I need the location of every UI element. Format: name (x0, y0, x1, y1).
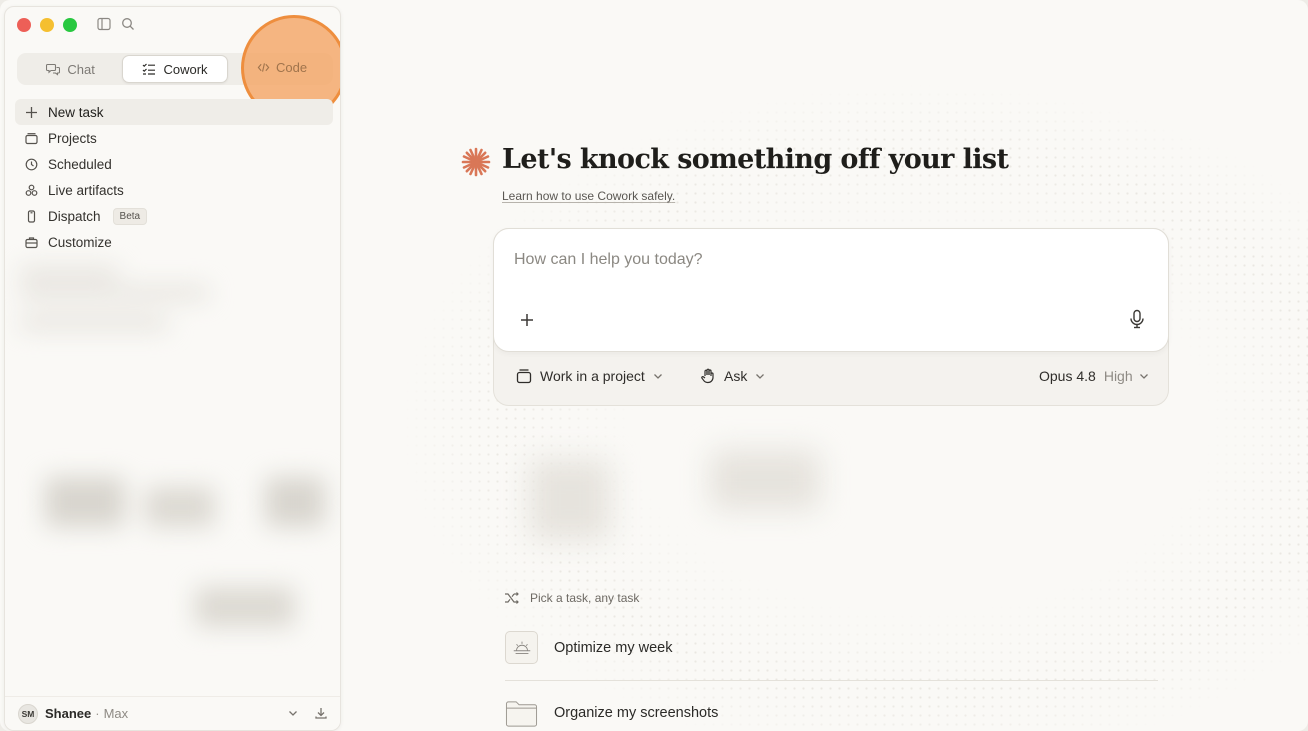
suggestion-label: Organize my screenshots (554, 704, 719, 721)
sunrise-icon (505, 631, 538, 664)
prompt-input[interactable]: How can I help you today? (514, 251, 703, 269)
work-in-project-button[interactable]: Work in a project (516, 368, 663, 384)
briefcase-icon (25, 236, 38, 248)
composer-toolbar: Work in a project Ask Opus 4.8 High (494, 366, 1170, 390)
download-icon[interactable] (314, 706, 328, 720)
sidebar-item-new-task[interactable]: New task (15, 99, 333, 125)
sidebar-item-label: Projects (48, 130, 97, 146)
tab-chat[interactable]: Chat (19, 55, 122, 83)
ask-mode-button[interactable]: Ask (700, 368, 765, 384)
checklist-icon (143, 63, 156, 75)
tab-cowork-label: Cowork (163, 61, 208, 77)
account-bar[interactable]: SM Shanee · Max (5, 696, 340, 730)
account-name: Shanee (45, 706, 92, 721)
work-in-project-label: Work in a project (540, 368, 645, 384)
search-icon[interactable] (121, 17, 135, 31)
chevron-down-icon[interactable] (287, 707, 299, 719)
suggestion-item[interactable]: Optimize my week (505, 631, 672, 664)
claude-star-icon (461, 147, 491, 177)
hand-icon (701, 368, 714, 384)
blurred-content (470, 430, 1170, 580)
sidebar-item-projects[interactable]: Projects (15, 125, 333, 151)
window-controls (17, 18, 77, 32)
tab-code-label: Code (276, 60, 308, 75)
model-name: Opus 4.8 (1039, 368, 1096, 384)
clock-icon (25, 158, 38, 170)
account-separator: · (95, 706, 100, 721)
suggestion-item[interactable]: Organize my screenshots (505, 696, 718, 729)
tab-cowork[interactable]: Cowork (122, 55, 228, 83)
suggestion-label: Optimize my week (554, 639, 673, 656)
artifacts-icon (25, 184, 38, 196)
divider (505, 680, 1158, 681)
shuffle-icon[interactable] (504, 590, 520, 606)
blurred-recents-list (5, 257, 340, 697)
ask-mode-label: Ask (724, 368, 748, 384)
chevron-down-icon (756, 374, 765, 379)
plus-icon (26, 106, 37, 118)
minimize-window-button[interactable] (40, 18, 54, 32)
sidebar-item-dispatch[interactable]: Dispatch Beta (15, 203, 333, 229)
chevron-down-icon (1139, 374, 1148, 379)
code-brackets-icon (257, 63, 270, 72)
phone-icon (27, 209, 36, 223)
chat-bubbles-icon (46, 63, 61, 76)
sidebar-item-live-artifacts[interactable]: Live artifacts (15, 177, 333, 203)
app-window: Chat Cowork Code New task Projects Sched… (0, 0, 1308, 731)
suggestions-header: Pick a task, any task (504, 590, 639, 606)
model-selector[interactable]: Opus 4.8 High (1039, 368, 1149, 384)
folder-stack-icon (516, 369, 532, 384)
microphone-icon[interactable] (1128, 309, 1146, 329)
sidebar-item-label: New task (48, 104, 104, 120)
avatar: SM (18, 703, 38, 724)
tab-code-content[interactable]: Code (257, 60, 307, 75)
sidebar-item-label: Scheduled (48, 156, 112, 172)
sidebar: Chat Cowork Code New task Projects Sched… (4, 6, 341, 731)
account-plan: Max (103, 706, 129, 721)
sidebar-item-label: Customize (48, 234, 112, 250)
suggestions-header-label: Pick a task, any task (530, 591, 640, 605)
folder-stack-icon (25, 132, 38, 144)
safety-link-suffix: . (671, 189, 676, 203)
sidebar-nav: New task Projects Scheduled Live artifac… (15, 99, 333, 255)
effort-level: High (1103, 368, 1133, 384)
folder-icon (505, 696, 538, 729)
sidebar-item-label: Dispatch (48, 208, 101, 224)
sidebar-item-customize[interactable]: Customize (15, 229, 333, 255)
sidebar-item-label: Live artifacts (48, 182, 124, 198)
beta-badge: Beta (112, 207, 148, 225)
chevron-down-icon (653, 374, 662, 379)
sidebar-item-scheduled[interactable]: Scheduled (15, 151, 333, 177)
sidebar-toggle-icon[interactable] (97, 17, 111, 31)
composer-box[interactable]: How can I help you today? (493, 228, 1169, 352)
composer-container: How can I help you today? Work in a proj… (493, 228, 1169, 406)
safety-link[interactable]: Learn how to use Cowork safely (502, 189, 672, 203)
add-attachment-button[interactable] (519, 312, 535, 328)
zoom-window-button[interactable] (63, 18, 77, 32)
safety-link-row: Learn how to use Cowork safely. (502, 189, 675, 203)
tab-chat-label: Chat (67, 61, 95, 77)
close-window-button[interactable] (17, 18, 31, 32)
page-title: Let's knock something off your list (502, 144, 1009, 175)
